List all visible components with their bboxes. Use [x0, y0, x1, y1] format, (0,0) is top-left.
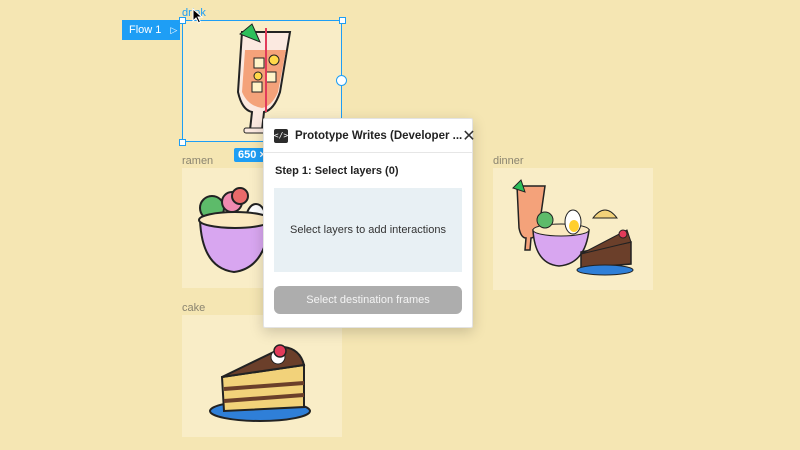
cake-frame[interactable]	[182, 315, 342, 437]
resize-handle-top-left[interactable]	[179, 17, 186, 24]
plugin-dialog: </> Prototype Writes (Developer ... ✕ St…	[263, 118, 476, 328]
ramen-frame[interactable]	[182, 168, 264, 288]
dropzone-text: Select layers to add interactions	[290, 224, 446, 236]
frame-label-dinner[interactable]: dinner	[493, 155, 524, 167]
close-icon[interactable]: ✕	[462, 126, 475, 146]
code-icon: </>	[274, 128, 288, 143]
cake-illustration	[209, 344, 311, 422]
flow-start-badge[interactable]: Flow 1 ▷	[122, 20, 180, 40]
layer-selection-area: Select layers to add interactions	[274, 188, 462, 272]
frame-label-ramen[interactable]: ramen	[182, 155, 213, 167]
dialog-title: Prototype Writes (Developer ...	[295, 129, 463, 142]
select-destination-button[interactable]: Select destination frames	[274, 286, 462, 314]
resize-handle-top-right[interactable]	[339, 17, 346, 24]
dinner-illustration	[512, 179, 634, 276]
dialog-header: </> Prototype Writes (Developer ... ✕	[264, 119, 476, 153]
prototype-connection-handle[interactable]	[336, 75, 347, 86]
play-icon[interactable]: ▷	[170, 25, 177, 36]
flow-label: Flow 1	[129, 24, 162, 36]
ramen-illustration	[198, 187, 264, 274]
frame-label-cake[interactable]: cake	[182, 302, 205, 314]
dinner-frame[interactable]	[493, 168, 653, 290]
mouse-cursor-icon	[192, 8, 204, 24]
step-heading: Step 1: Select layers (0)	[275, 165, 399, 177]
resize-handle-bottom-left[interactable]	[179, 139, 186, 146]
